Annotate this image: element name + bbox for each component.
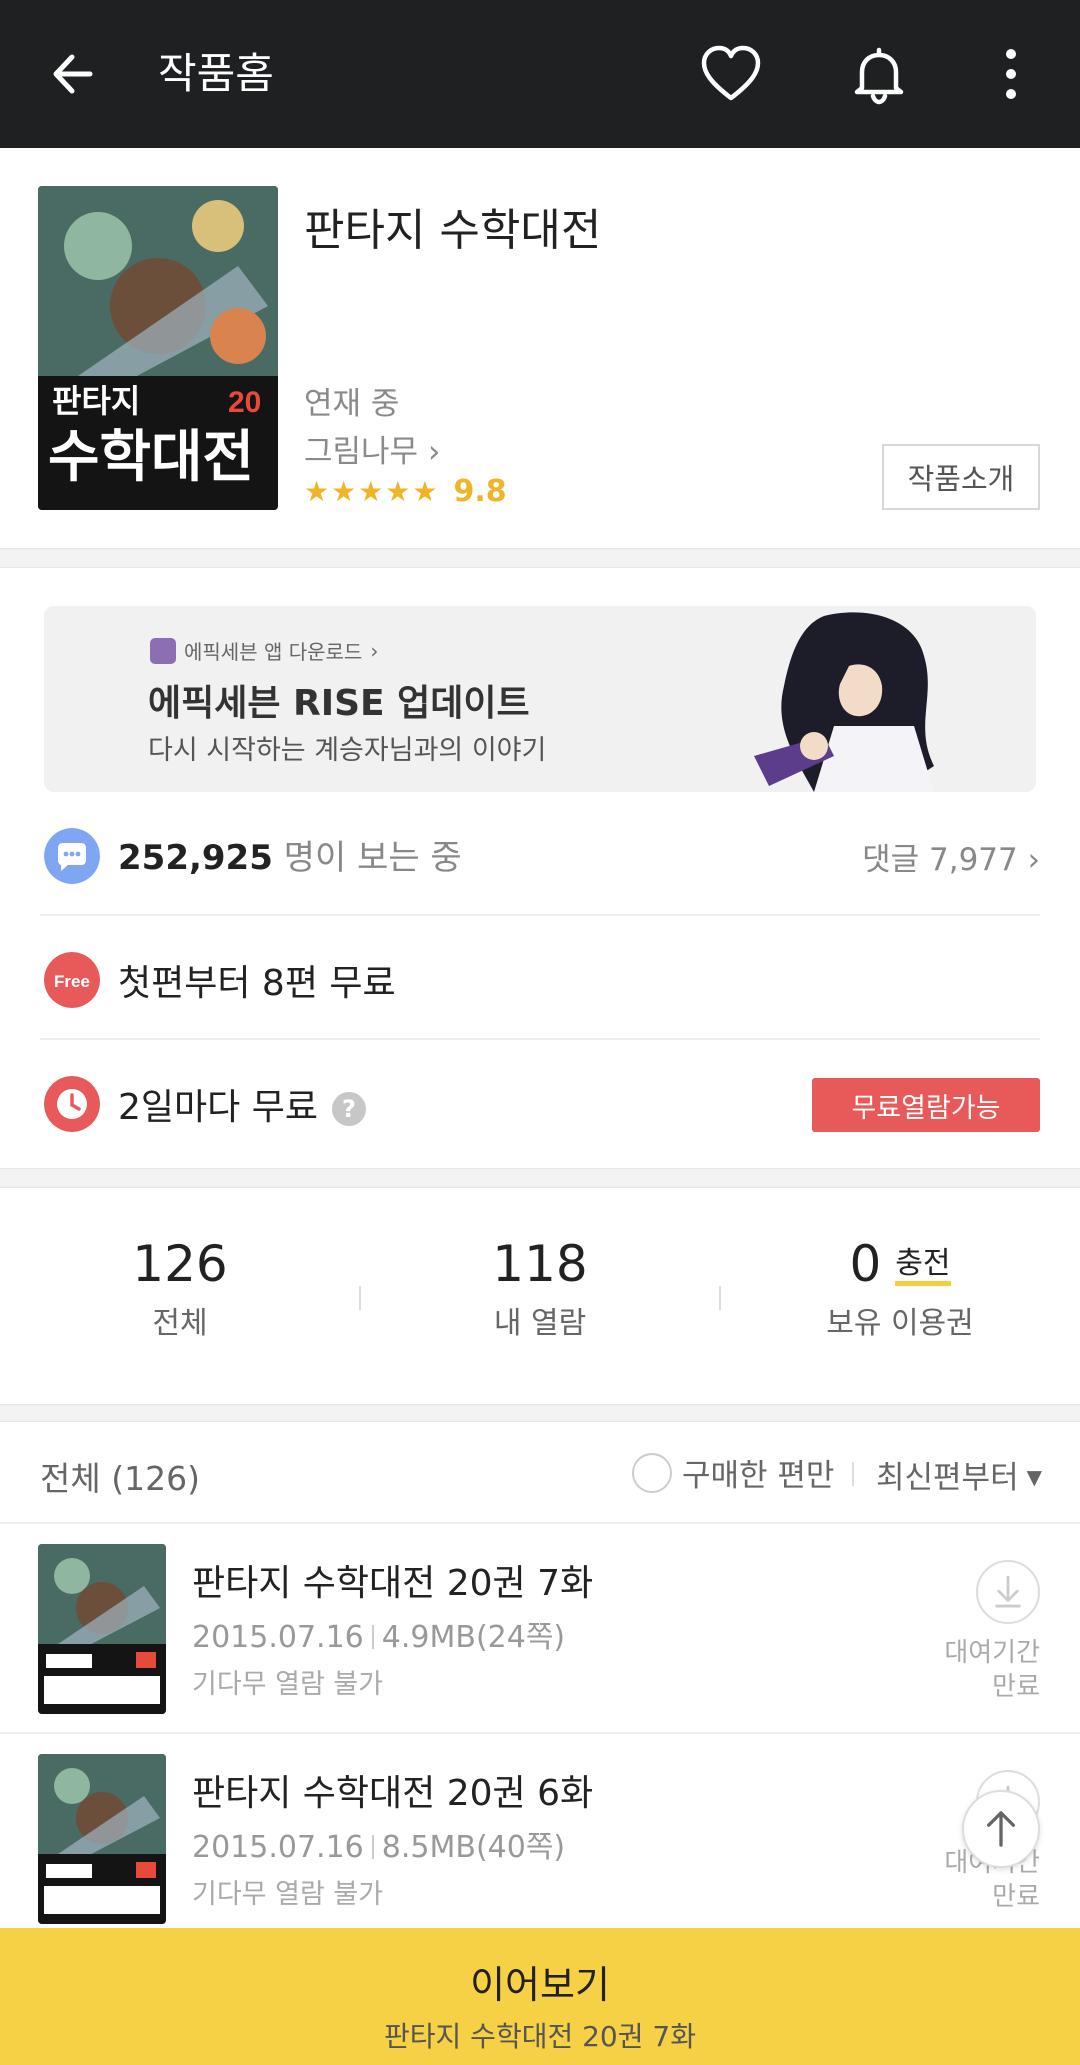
episode-size: 4.9MB(24쪽) <box>381 1620 566 1655</box>
banner-character-art <box>754 612 934 792</box>
stat-tickets: 0 충전 보유 이용권 <box>720 1234 1080 1342</box>
expire-line2: 만료 <box>992 1672 1040 1702</box>
viewer-count-suffix: 명이 보는 중 <box>283 838 462 878</box>
stat-total-number: 126 <box>132 1235 228 1293</box>
banner-headline: 에픽세븐 RISE 업데이트 <box>148 683 530 724</box>
tickets-count: 0 <box>849 1235 882 1293</box>
viewer-count-number: 252,925 <box>118 838 273 878</box>
serial-status: 연재 중 <box>304 386 400 422</box>
app-bar: 작품홈 <box>0 0 1080 148</box>
cover-volume: 20 <box>228 386 261 419</box>
charge-link[interactable]: 충전 <box>895 1246 951 1286</box>
author-name: 그림나무 <box>304 434 419 470</box>
scroll-to-top-button[interactable] <box>962 1790 1040 1868</box>
chevron-down-icon: ▼ <box>1026 1465 1042 1489</box>
episode-thumbnail <box>38 1544 166 1714</box>
section-divider <box>0 1168 1080 1188</box>
radio-icon[interactable] <box>632 1452 672 1493</box>
viewers-row: 252,925 명이 보는 중 댓글 7,977 › <box>40 792 1040 916</box>
meta-divider <box>371 1835 374 1859</box>
comments-link[interactable]: 댓글 7,977 › <box>862 834 1040 879</box>
work-intro-button[interactable]: 작품소개 <box>882 444 1040 510</box>
free-badge-icon: Free <box>44 952 100 1008</box>
episode-title: 판타지 수학대전 20권 6화 <box>192 1773 594 1814</box>
rating-score: 9.8 <box>453 474 507 509</box>
stat-tickets-label: 보유 이용권 <box>826 1306 974 1341</box>
stats-panel: 126 전체 118 내 열람 0 충전 보유 이용권 <box>0 1188 1080 1414</box>
continue-label: 이어보기 <box>470 1963 610 2007</box>
stat-total: 126 전체 <box>0 1234 360 1342</box>
stat-read: 118 내 열람 <box>360 1234 720 1342</box>
free-badge-text: Free <box>54 972 90 991</box>
wait-free-row: 2일마다 무료? 무료열람가능 <box>40 1040 1040 1164</box>
download-icon[interactable] <box>976 1560 1040 1624</box>
app-download-label: 에픽세븐 앱 다운로드 <box>184 640 363 664</box>
chat-bubble-icon <box>44 828 100 884</box>
rental-expired-label: 대여기간만료 <box>944 1636 1040 1704</box>
stat-total-label: 전체 <box>152 1306 208 1341</box>
expire-line2: 만료 <box>992 1882 1040 1912</box>
banner-subtitle: 다시 시작하는 계승자님과의 이야기 <box>148 735 547 766</box>
chevron-right-icon: › <box>370 638 379 663</box>
cover-title-line1: 판타지 <box>52 383 140 419</box>
chevron-right-icon: › <box>1027 842 1040 878</box>
wait-free-label: 2일마다 무료 <box>118 1087 318 1128</box>
header-divider <box>852 1462 854 1486</box>
help-icon[interactable]: ? <box>331 1092 366 1126</box>
purchased-only-toggle[interactable]: 구매한 편만 <box>632 1450 834 1495</box>
episode-thumbnail <box>38 1754 166 1924</box>
more-vert-icon[interactable] <box>996 44 1026 104</box>
stat-divider <box>719 1286 721 1310</box>
app-download-link[interactable]: 에픽세븐 앱 다운로드 › <box>150 636 378 665</box>
sort-dropdown[interactable]: 최신편부터 ▼ <box>876 1452 1042 1497</box>
continue-reading-button[interactable]: 이어보기 판타지 수학대전 20권 7화 <box>0 1928 1080 2065</box>
stat-divider <box>359 1286 361 1310</box>
sort-label: 최신편부터 <box>876 1460 1019 1496</box>
episode-row[interactable]: 판타지 수학대전 20권 7화 2015.07.16 4.9MB(24쪽) 기다무… <box>0 1524 1080 1734</box>
episode-size: 8.5MB(40쪽) <box>381 1830 566 1865</box>
author-link[interactable]: 그림나무 › <box>304 426 440 471</box>
rating: ★★★★★ 9.8 <box>304 474 507 509</box>
star-icons: ★★★★★ <box>304 475 440 508</box>
comments-count: 댓글 7,977 <box>862 842 1018 878</box>
back-arrow-icon[interactable] <box>46 46 102 102</box>
clock-icon <box>44 1076 100 1132</box>
chevron-right-icon: › <box>427 434 441 470</box>
stat-tickets-number: 0 충전 <box>720 1234 1080 1294</box>
stat-read-number: 118 <box>492 1235 588 1293</box>
episode-note: 기다무 열람 불가 <box>192 1879 384 1910</box>
continue-episode: 판타지 수학대전 20권 7화 <box>384 2020 696 2053</box>
stat-read-label: 내 열람 <box>493 1306 587 1341</box>
ad-banner[interactable]: 에픽세븐 앱 다운로드 › 에픽세븐 RISE 업데이트 다시 시작하는 계승자… <box>44 606 1036 792</box>
episode-count-label: 전체 (126) <box>40 1459 200 1498</box>
meta-divider <box>371 1625 374 1649</box>
work-cover-image: 판타지 20 수학대전 <box>38 186 278 510</box>
episode-title: 판타지 수학대전 20권 7화 <box>192 1563 594 1604</box>
episode-row[interactable]: 판타지 수학대전 20권 6화 2015.07.16 8.5MB(40쪽) 기다무… <box>0 1734 1080 1944</box>
section-divider <box>0 548 1080 568</box>
viewer-count: 252,925 명이 보는 중 <box>118 830 462 879</box>
section-divider <box>0 1404 1080 1422</box>
heart-icon[interactable] <box>698 42 764 108</box>
episode-note: 기다무 열람 불가 <box>192 1669 384 1700</box>
free-read-available-button[interactable]: 무료열람가능 <box>812 1078 1040 1132</box>
episode-date: 2015.07.16 <box>192 1830 364 1865</box>
free-episodes-row: Free 첫편부터 8편 무료 <box>40 916 1040 1040</box>
purchased-only-label: 구매한 편만 <box>682 1458 835 1494</box>
episode-meta: 2015.07.16 8.5MB(40쪽) <box>192 1822 565 1866</box>
page-title: 작품홈 <box>158 49 274 98</box>
episode-date: 2015.07.16 <box>192 1620 364 1655</box>
cover-title-line2: 수학대전 <box>48 425 254 488</box>
bell-icon[interactable] <box>846 42 912 108</box>
expire-line1: 대여기간 <box>944 1638 1040 1668</box>
wait-free-text: 2일마다 무료? <box>118 1078 366 1130</box>
free-episodes-text: 첫편부터 8편 무료 <box>118 963 396 1004</box>
app-icon <box>150 637 176 664</box>
work-title: 판타지 수학대전 <box>304 205 602 256</box>
episode-list-header: 전체 (126) 구매한 편만 최신편부터 ▼ <box>0 1422 1080 1524</box>
episode-meta: 2015.07.16 4.9MB(24쪽) <box>192 1612 565 1656</box>
